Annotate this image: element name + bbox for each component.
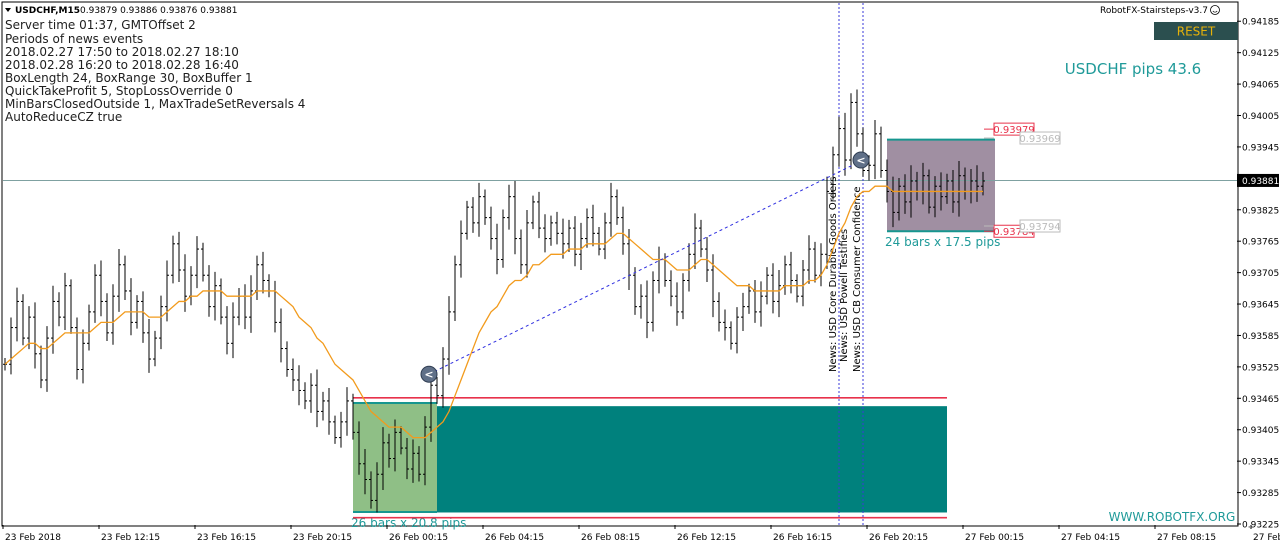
price-label-text: 0.93969 [1019,134,1060,145]
x-tick-label: 27 Feb 12:15 [1253,533,1280,543]
info-line: Periods of news events [5,32,143,46]
y-tick-label: 0.94125 [1242,49,1279,59]
info-line: AutoReduceCZ true [5,110,122,124]
info-line: 2018.02.27 17:50 to 2018.02.27 18:10 [5,45,239,59]
y-tick-label: 0.94005 [1242,112,1279,122]
x-tick-label: 27 Feb 08:15 [1157,533,1216,543]
price-label-text: 0.93794 [1019,222,1060,233]
x-tick-label: 26 Feb 20:15 [869,533,928,543]
pips-label: USDCHF pips 43.6 [1065,60,1201,78]
y-tick-label: 0.93525 [1242,363,1279,373]
y-tick-label: 0.93705 [1242,269,1279,279]
x-tick-label: 23 Feb 2018 [5,533,61,543]
x-tick-label: 26 Feb 00:15 [389,533,448,543]
x-tick-label: 27 Feb 00:15 [965,533,1024,543]
y-tick-label: 0.93765 [1242,238,1279,248]
y-tick-label: 0.94065 [1242,81,1279,91]
x-tick-label: 26 Feb 08:15 [581,533,640,543]
x-tick-label: 23 Feb 20:15 [293,533,352,543]
y-tick-label: 0.93285 [1242,489,1279,499]
watermark: WWW.ROBOTFX.ORG [1109,510,1236,524]
chart: 26 bars x 20.8 pips24 bars x 17.5 pips N… [0,0,1280,549]
x-tick-label: 26 Feb 04:15 [485,533,544,543]
y-tick-label: 0.93465 [1242,395,1279,405]
ohlc-header: 0.93879 0.93886 0.93876 0.93881 [80,6,237,16]
y-tick-label: 0.93645 [1242,301,1279,311]
x-tick-label: 27 Feb 04:15 [1061,533,1120,543]
reset-button[interactable]: RESET [1154,22,1238,40]
indicator-name: RobotFX-Stairsteps-v3.7 [1100,6,1208,16]
y-tick-label: 0.93345 [1242,458,1279,468]
current-price-label: 0.93881 [1242,177,1279,187]
y-tick-label: 0.94185 [1242,18,1279,28]
y-tick-label: 0.93945 [1242,143,1279,153]
info-line: Server time 01:37, GMTOffset 2 [5,18,196,32]
trade-marker-glyph: < [856,154,865,167]
info-line: QuickTakeProfit 5, StopLossOverride 0 [5,84,233,98]
trade-marker: < [852,151,870,169]
symbol-title: USDCHF,M15 [15,6,80,16]
y-tick-label: 0.93225 [1242,521,1279,531]
y-tick-label: 0.93405 [1242,426,1279,436]
reset-button-label[interactable]: RESET [1177,25,1216,39]
box-label: 24 bars x 17.5 pips [885,235,1000,249]
news-event-label: News: USD Core Durable Goods Orders [828,176,839,372]
x-tick-label: 23 Feb 16:15 [197,533,256,543]
news-event-label: News: USD CB Consumer Confidence [852,186,863,372]
info-line: 2018.02.28 16:20 to 2018.02.28 16:40 [5,58,239,72]
x-tick-label: 26 Feb 12:15 [677,533,736,543]
teal-zone [437,406,947,513]
news-event-label: News: USD Powell Testifies [839,229,850,362]
trade-marker: < [420,365,438,383]
x-tick-label: 23 Feb 12:15 [101,533,160,543]
y-tick-label: 0.93825 [1242,206,1279,216]
info-line: MinBarsClosedOutside 1, MaxTradeSetRever… [5,97,305,111]
trade-marker-glyph: < [424,368,433,381]
info-line: BoxLength 24, BoxRange 30, BoxBuffer 1 [5,71,253,85]
y-tick-label: 0.93585 [1242,332,1279,342]
x-tick-label: 26 Feb 16:15 [773,533,832,543]
